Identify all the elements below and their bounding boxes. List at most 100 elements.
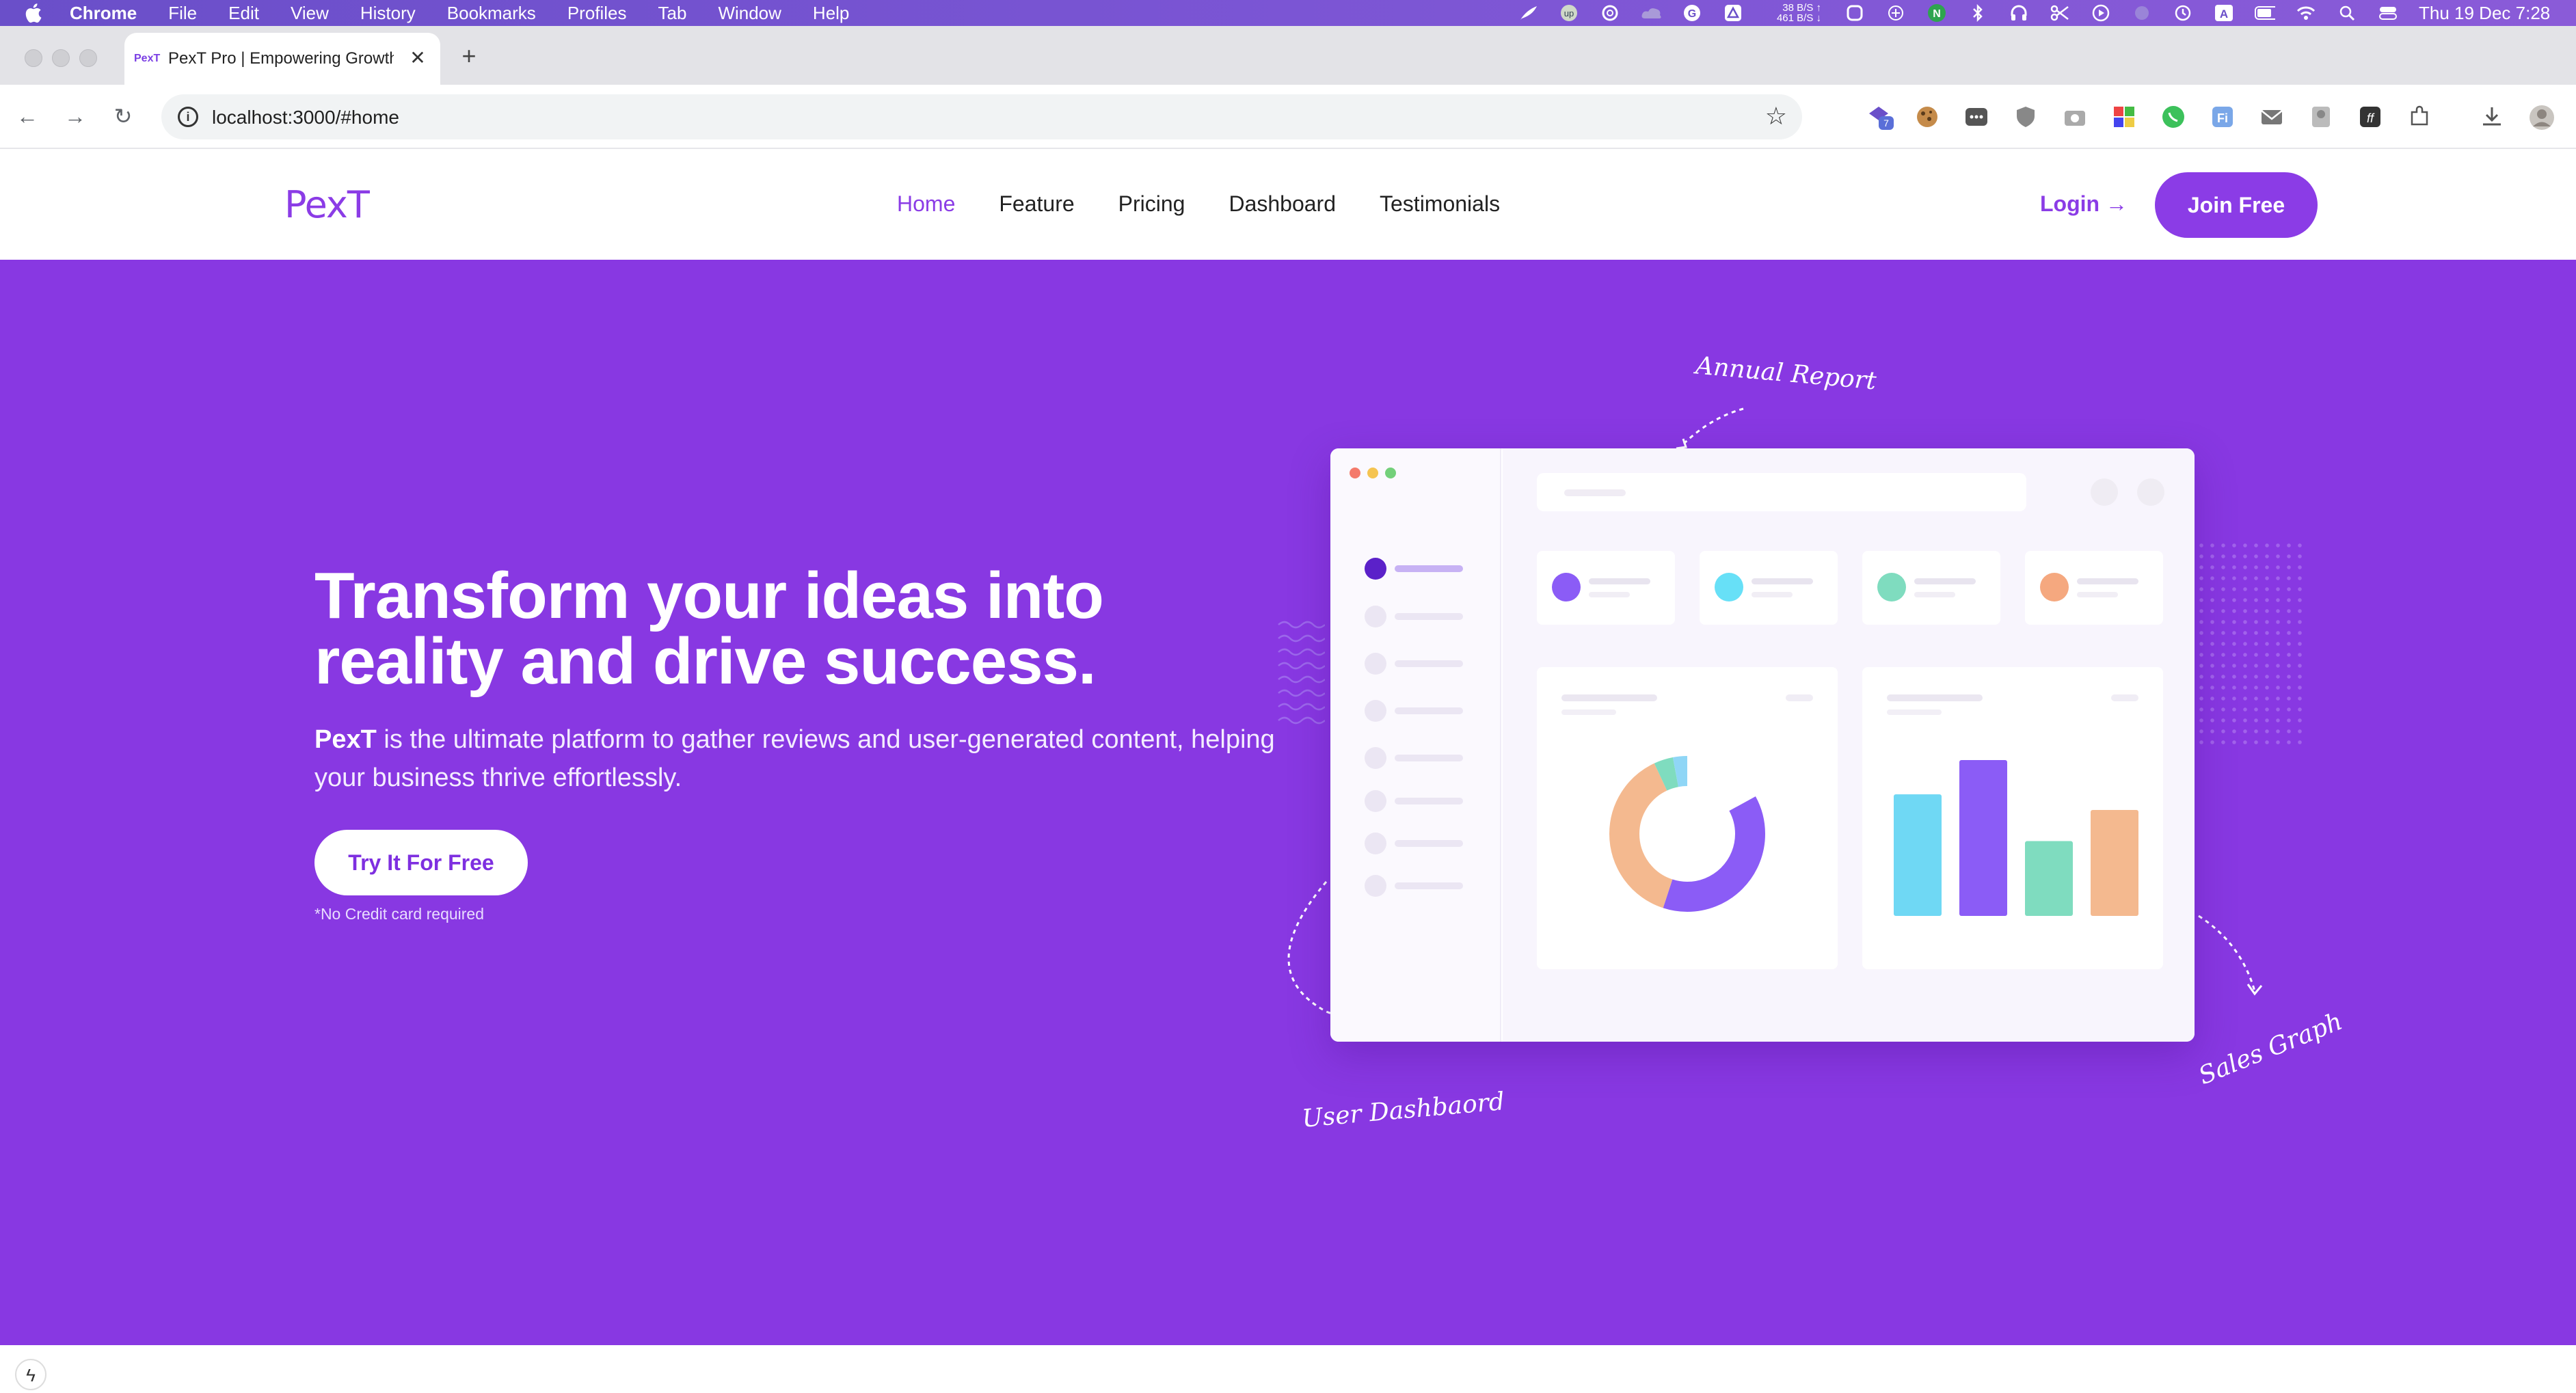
menubar-clock[interactable]: Thu 19 Dec 7:28 <box>2419 3 2576 24</box>
spotlight-search-icon[interactable] <box>2337 4 2357 22</box>
try-free-button[interactable]: Try It For Free <box>314 830 528 895</box>
status-tray: up G 38 B/S ↑ 461 B/S ↓ N A Thu 19 Dec 7:… <box>1518 0 2576 26</box>
grammarly-icon[interactable]: G <box>1682 4 1702 22</box>
hero-section: Transform your ideas into reality and dr… <box>0 260 2576 1345</box>
profile-avatar-icon[interactable] <box>2528 104 2554 130</box>
login-link[interactable]: Login → <box>2040 191 2128 217</box>
tab-close-icon[interactable]: ✕ <box>407 48 428 68</box>
browser-tab[interactable]: PexT PexT Pro | Empowering Growth ✕ <box>124 33 440 85</box>
input-source-icon[interactable]: A <box>2214 4 2234 22</box>
time-machine-icon[interactable] <box>2173 4 2193 22</box>
figma-icon[interactable] <box>1886 4 1906 22</box>
lightning-icon[interactable]: ϟ <box>15 1359 46 1390</box>
n-app-icon[interactable]: N <box>1927 4 1947 22</box>
profile-card-extension-icon[interactable] <box>2308 104 2334 130</box>
control-center-icon[interactable] <box>2378 4 2398 22</box>
extension-badge-icon[interactable]: 7 <box>1866 104 1894 130</box>
browser-toolbar: ← → ↻ i localhost:3000/#home ☆ 7 Fi ff <box>0 85 2576 149</box>
openai-icon[interactable] <box>1600 4 1620 22</box>
puzzle-extensions-icon[interactable] <box>2406 104 2432 130</box>
mockup-bar-panel <box>1862 667 2163 969</box>
stat-line <box>1914 578 1976 584</box>
mockup-donut-panel <box>1537 667 1838 969</box>
menu-history[interactable]: History <box>360 3 416 24</box>
menu-edit[interactable]: Edit <box>228 3 259 24</box>
nav-testimonials[interactable]: Testimonials <box>1380 191 1500 217</box>
menu-window[interactable]: Window <box>718 3 781 24</box>
site-info-icon[interactable]: i <box>178 107 198 127</box>
battery-icon[interactable] <box>2255 4 2275 22</box>
stat-line <box>1752 592 1793 597</box>
menu-profiles[interactable]: Profiles <box>567 3 627 24</box>
camera-extension-icon[interactable] <box>2062 104 2088 130</box>
bar-chart <box>1894 760 2138 916</box>
mockup-sidebar <box>1330 448 1501 1042</box>
mockup-nav-bar <box>1395 840 1463 847</box>
dashboard-mockup <box>1330 448 2195 1042</box>
stat-dot <box>1552 573 1581 601</box>
shield-extension-icon[interactable] <box>2013 104 2039 130</box>
dots-extension-icon[interactable] <box>1963 104 1989 130</box>
tab-title: PexT Pro | Empowering Growth <box>168 49 394 68</box>
moon-icon[interactable] <box>2132 4 2152 22</box>
back-arrow-icon[interactable]: ← <box>12 101 42 131</box>
mockup-nav-bar <box>1395 798 1463 804</box>
mockup-nav-bar <box>1395 882 1463 889</box>
menu-file[interactable]: File <box>168 3 197 24</box>
mockup-nav-dot <box>1365 747 1386 769</box>
cookie-extension-icon[interactable] <box>1914 104 1940 130</box>
nav-feature[interactable]: Feature <box>999 191 1074 217</box>
pext-logo[interactable]: PexT <box>284 183 370 226</box>
menu-chrome[interactable]: Chrome <box>70 3 137 24</box>
new-tab-icon[interactable]: + <box>457 44 481 68</box>
network-speed: 38 B/S ↑ 461 B/S ↓ <box>1764 3 1821 23</box>
url-text[interactable]: localhost:3000/#home <box>212 107 399 129</box>
mockup-nav-bar <box>1395 755 1463 761</box>
macos-menubar: Chrome File Edit View History Bookmarks … <box>0 0 2576 26</box>
headphones-icon[interactable] <box>2009 4 2029 22</box>
feather-icon[interactable] <box>1518 4 1538 22</box>
panel-right-line <box>2111 694 2138 701</box>
cloud-icon[interactable] <box>1641 4 1661 22</box>
window-minimize-button[interactable] <box>52 49 70 67</box>
mockup-nav-bar <box>1395 613 1463 620</box>
upwork-icon[interactable]: up <box>1559 4 1579 22</box>
menu-bookmarks[interactable]: Bookmarks <box>447 3 536 24</box>
mockup-nav-bar-active <box>1395 565 1463 572</box>
mockup-stat-card <box>1700 551 1838 625</box>
mockup-search-placeholder <box>1564 489 1626 496</box>
menu-help[interactable]: Help <box>813 3 849 24</box>
stat-line <box>1589 578 1650 584</box>
mockup-yellow-dot <box>1367 468 1378 478</box>
nav-home[interactable]: Home <box>897 191 955 217</box>
delta-icon[interactable] <box>1723 4 1743 22</box>
nav-dashboard[interactable]: Dashboard <box>1229 191 1336 217</box>
mockup-nav-dot <box>1365 833 1386 854</box>
wifi-icon[interactable] <box>2296 4 2316 22</box>
forward-arrow-icon[interactable]: → <box>60 101 90 131</box>
colorzilla-extension-icon[interactable] <box>2111 104 2137 130</box>
fontface-extension-icon[interactable]: ff <box>2357 104 2383 130</box>
mail-extension-icon[interactable] <box>2259 104 2285 130</box>
font-extension-icon[interactable]: Fi <box>2210 104 2236 130</box>
square-app-icon[interactable] <box>1844 4 1865 22</box>
play-icon[interactable] <box>2091 4 2111 22</box>
window-zoom-button[interactable] <box>79 49 97 67</box>
download-icon[interactable] <box>2479 104 2505 130</box>
bluetooth-icon[interactable] <box>1968 4 1988 22</box>
scissors-icon[interactable] <box>2050 4 2070 22</box>
reload-icon[interactable]: ↻ <box>108 101 138 131</box>
svg-text:A: A <box>2220 8 2228 21</box>
bookmark-star-icon[interactable]: ☆ <box>1765 103 1787 130</box>
menu-tab[interactable]: Tab <box>658 3 687 24</box>
menu-view[interactable]: View <box>291 3 329 24</box>
nav-pricing[interactable]: Pricing <box>1118 191 1185 217</box>
window-close-button[interactable] <box>25 49 42 67</box>
stat-line <box>1752 578 1813 584</box>
mockup-nav-bar <box>1395 660 1463 667</box>
address-bar[interactable]: i localhost:3000/#home ☆ <box>161 94 1802 139</box>
page-bottom-strip <box>0 1345 2576 1393</box>
join-free-button[interactable]: Join Free <box>2155 172 2318 238</box>
whatsapp-extension-icon[interactable] <box>2160 104 2186 130</box>
apple-icon[interactable] <box>23 3 42 23</box>
